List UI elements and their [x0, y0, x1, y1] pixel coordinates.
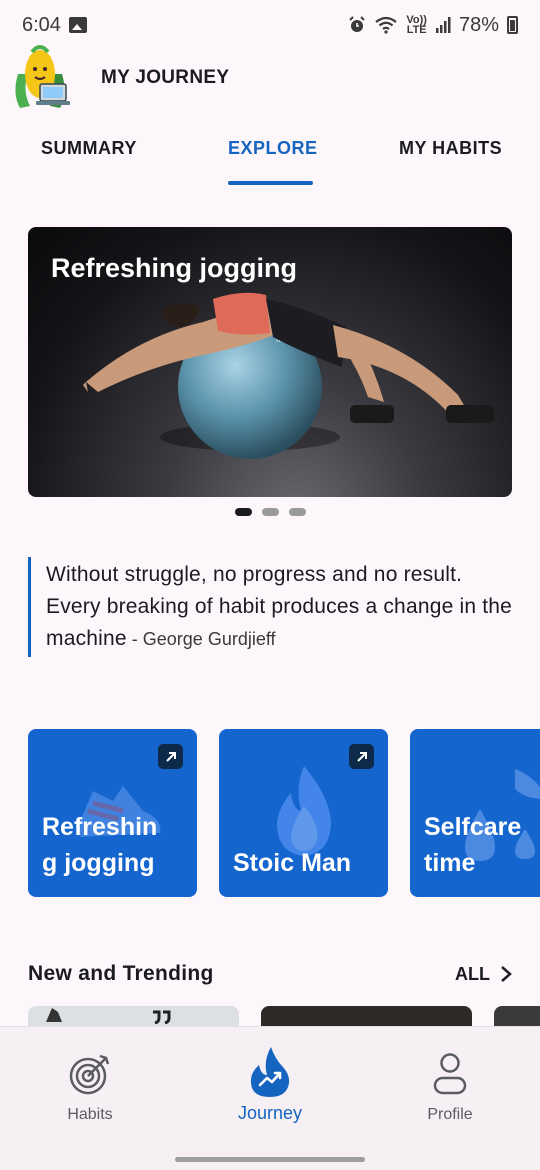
quote-text: Without struggle, no progress and no res… — [46, 563, 513, 650]
card-open-button[interactable] — [349, 744, 374, 769]
category-cards-row: Refreshin g jogging Stoic Man Selfcare t… — [28, 729, 540, 897]
card-selfcare-time[interactable]: Selfcare time — [410, 729, 540, 897]
card-stoic-man[interactable]: Stoic Man — [219, 729, 388, 897]
alarm-icon — [349, 16, 366, 32]
arrow-up-right-icon — [356, 751, 367, 762]
quote-block: Without struggle, no progress and no res… — [28, 557, 518, 657]
wifi-icon — [375, 16, 398, 34]
carousel-dot-3[interactable] — [288, 508, 306, 516]
card-label-line2: g jogging — [42, 849, 155, 877]
home-indicator[interactable] — [175, 1157, 365, 1162]
see-all-button[interactable]: ALL — [455, 964, 512, 985]
nav-habits[interactable]: Habits — [25, 1052, 155, 1124]
arrow-up-right-icon — [165, 751, 176, 762]
hero-carousel-card[interactable]: MAN Refreshing jogging — [28, 227, 512, 497]
nav-journey[interactable]: Journey — [205, 1045, 335, 1124]
target-icon — [69, 1054, 110, 1095]
active-tab-indicator — [228, 181, 313, 185]
thumb-figure-icon — [46, 1008, 62, 1022]
card-label-line1: Selfcare — [424, 813, 522, 841]
carousel-dot-2[interactable] — [261, 508, 279, 516]
bottom-navigation: Habits Journey Profile — [0, 1026, 540, 1170]
volte-indicator: Vo)) LTE — [406, 15, 427, 36]
card-label-line1: Refreshin — [42, 813, 158, 841]
tab-summary[interactable]: SUMMARY — [41, 138, 137, 159]
card-label-line2: time — [424, 849, 476, 877]
trending-title: New and Trending — [28, 962, 214, 985]
nav-profile[interactable]: Profile — [385, 1052, 515, 1124]
battery-icon — [507, 16, 518, 34]
tab-explore[interactable]: EXPLORE — [228, 138, 318, 159]
corn-mascot-logo[interactable] — [10, 44, 70, 110]
carousel-dot-1[interactable] — [234, 508, 252, 516]
tab-bar: SUMMARY EXPLORE MY HABITS — [0, 130, 540, 186]
volte-bottom: LTE — [406, 24, 427, 36]
card-open-button[interactable] — [158, 744, 183, 769]
chevron-right-icon — [501, 966, 512, 982]
status-time: 6:04 — [22, 13, 61, 36]
card-label: Stoic Man — [233, 845, 351, 881]
gallery-notification-icon — [68, 17, 87, 33]
journey-flame-icon — [250, 1047, 290, 1097]
trending-section-header: New and Trending ALL — [28, 958, 512, 990]
card-refreshing-jogging[interactable]: Refreshin g jogging — [28, 729, 197, 897]
card-label-line2: Stoic Man — [233, 849, 352, 877]
nav-label: Profile — [427, 1106, 473, 1123]
battery-percent: 78% — [458, 13, 499, 36]
carousel-indicator — [0, 508, 540, 516]
nav-label: Habits — [67, 1106, 113, 1123]
page-title: MY JOURNEY — [101, 67, 230, 88]
signal-icon — [435, 17, 451, 33]
nav-label: Journey — [237, 1103, 303, 1123]
person-icon — [433, 1053, 467, 1095]
card-label: Refreshin g jogging — [42, 809, 157, 881]
card-label: Selfcare time — [424, 809, 521, 881]
status-left: 6:04 — [22, 14, 87, 37]
see-all-label: ALL — [455, 963, 490, 984]
tab-my-habits[interactable]: MY HABITS — [399, 138, 502, 159]
quote-mark-icon — [153, 1010, 171, 1024]
status-right: Vo)) LTE 78% — [348, 14, 518, 37]
hero-title: Refreshing jogging — [51, 253, 297, 283]
quote-author: - George Gurdjieff — [126, 629, 276, 649]
app-header: MY JOURNEY — [0, 40, 540, 115]
